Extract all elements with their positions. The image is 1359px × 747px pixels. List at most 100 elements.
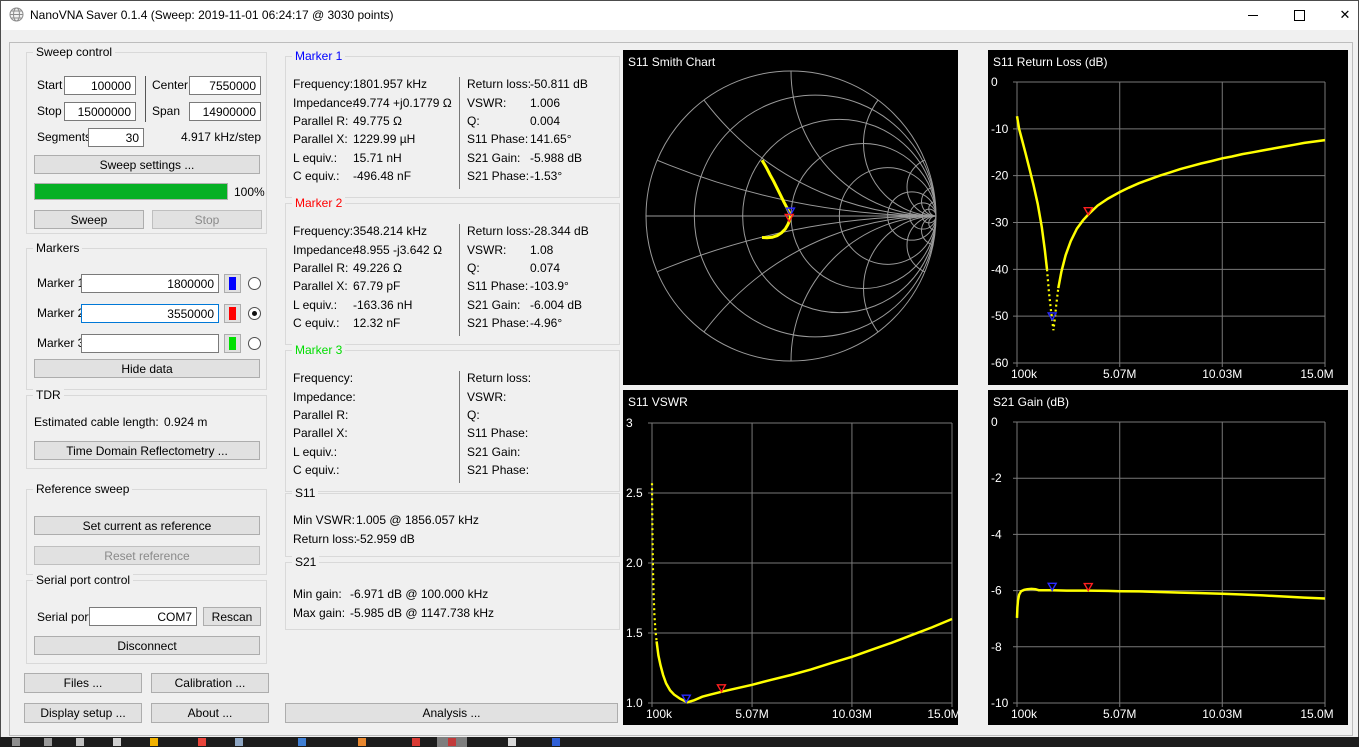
- close-button[interactable]: ✕: [1323, 0, 1359, 30]
- marker3-input[interactable]: [81, 334, 219, 353]
- taskbar-app-icon[interactable]: [412, 738, 420, 746]
- taskbar-app-icon[interactable]: [448, 738, 456, 746]
- analysis-button[interactable]: Analysis ...: [285, 703, 618, 723]
- start-input[interactable]: [64, 76, 136, 95]
- svg-text:-10: -10: [991, 696, 1009, 710]
- taskbar-app-icon[interactable]: [44, 738, 52, 746]
- app-window: NanoVNA Saver 0.1.4 (Sweep: 2019-11-01 0…: [0, 0, 1359, 747]
- sweep-control-group: Sweep control Start Center Stop Span Seg…: [26, 45, 267, 234]
- span-input[interactable]: [189, 102, 261, 121]
- taskbar-app-icon[interactable]: [76, 738, 84, 746]
- center-input[interactable]: [189, 76, 261, 95]
- svg-text:15.0M: 15.0M: [1300, 707, 1333, 721]
- table-divider: [459, 371, 460, 483]
- rescan-button[interactable]: Rescan: [203, 607, 261, 626]
- group-label: Reference sweep: [33, 482, 133, 496]
- svg-text:100k: 100k: [1011, 367, 1038, 381]
- marker1-right-column: Return loss: -50.811 dB VSWR: 1.006 Q: 0.004 S…: [467, 75, 615, 185]
- windows-taskbar[interactable]: [0, 737, 1359, 747]
- field-value: -5.988 dB: [530, 150, 583, 165]
- field-label: L equiv.:: [293, 444, 338, 459]
- marker2-data-group: Marker 2 Frequency: 3548.214 kHz Impedance…: [285, 196, 620, 345]
- field-value: 49.774 +j0.1779 Ω: [353, 95, 452, 110]
- s11-vswr-chart[interactable]: 3 2.5 2.0 1.5 1.0 100k 5.07M 10.03M 15.0M S11 VSW…: [623, 390, 961, 725]
- field-label: Impedance:: [293, 389, 356, 404]
- marker1-input[interactable]: [81, 274, 219, 293]
- taskbar-app-icon[interactable]: [508, 738, 516, 746]
- svg-text:-10: -10: [991, 122, 1009, 136]
- field-label: Frequency:: [293, 77, 354, 92]
- marker1-radio[interactable]: [248, 277, 261, 290]
- calibration-button[interactable]: Calibration ...: [151, 673, 269, 693]
- minimize-icon: [1248, 14, 1258, 16]
- tdr-button[interactable]: Time Domain Reflectometry ...: [34, 441, 260, 460]
- svg-text:-60: -60: [991, 356, 1009, 370]
- field-value: -5.985 dB @ 1147.738 kHz: [350, 606, 495, 621]
- segments-input[interactable]: [88, 128, 144, 147]
- field-label: Frequency:: [293, 371, 354, 386]
- marker2-color-button[interactable]: [224, 304, 241, 323]
- marker2-radio[interactable]: [248, 307, 261, 320]
- svg-text:-30: -30: [991, 216, 1009, 230]
- marker3-color-button[interactable]: [224, 334, 241, 353]
- s11-smith-chart[interactable]: S11 Smith Chart: [623, 50, 958, 385]
- column-divider: [145, 76, 146, 122]
- disconnect-button[interactable]: Disconnect: [34, 636, 260, 655]
- hide-data-button[interactable]: Hide data: [34, 359, 260, 378]
- taskbar-app-icon[interactable]: [298, 738, 306, 746]
- field-label: Parallel X:: [293, 279, 348, 294]
- serial-port-group: Serial port control Serial port Rescan D…: [26, 573, 267, 664]
- marker2-input[interactable]: [81, 304, 219, 323]
- s21-stats-rows: Min gain: -6.971 dB @ 100.000 kHz Max gain…: [293, 584, 613, 623]
- field-value: 67.79 pF: [353, 279, 401, 294]
- taskbar-app-icon[interactable]: [235, 738, 243, 746]
- maximize-button[interactable]: [1277, 0, 1321, 30]
- about-button[interactable]: About ...: [151, 703, 269, 723]
- marker3-data-title: Marker 3: [292, 343, 346, 357]
- field-label: Frequency:: [293, 224, 354, 239]
- data-row: Q: 0.004: [467, 112, 615, 130]
- window-title: NanoVNA Saver 0.1.4 (Sweep: 2019-11-01 0…: [30, 8, 394, 22]
- taskbar-app-icon[interactable]: [552, 738, 560, 746]
- stop-button[interactable]: Stop: [152, 210, 262, 229]
- data-row: VSWR:: [467, 387, 615, 405]
- taskbar-app-icon[interactable]: [150, 738, 158, 746]
- title-bar: NanoVNA Saver 0.1.4 (Sweep: 2019-11-01 0…: [0, 0, 1359, 30]
- field-value: 1801.957 kHz: [353, 77, 428, 92]
- taskbar-app-icon[interactable]: [358, 738, 366, 746]
- s11-return-loss-chart[interactable]: 0 -10 -20 -30 -40 -50 -60 100k 5.07M 10.03M 15.0M S…: [988, 50, 1348, 385]
- taskbar-app-icon[interactable]: [113, 738, 121, 746]
- field-label: Return loss:: [293, 532, 358, 547]
- field-label: C equiv.:: [293, 316, 340, 331]
- minimize-button[interactable]: [1231, 0, 1275, 30]
- taskbar-app-icon[interactable]: [198, 738, 206, 746]
- field-value: 15.71 nH: [353, 150, 402, 165]
- files-button[interactable]: Files ...: [24, 673, 142, 693]
- data-row: S21 Gain:: [467, 443, 615, 461]
- svg-text:1.0: 1.0: [626, 696, 643, 710]
- display-setup-button[interactable]: Display setup ...: [24, 703, 142, 723]
- taskbar-app-icon[interactable]: [12, 738, 20, 746]
- marker2-data-title: Marker 2: [292, 196, 346, 210]
- field-label: Q:: [467, 260, 480, 275]
- s21-gain-chart[interactable]: 0 -2 -4 -6 -8 -10 100k 5.07M 10.03M 15.0M S21 Gain…: [988, 390, 1348, 725]
- cable-length-value: 0.924 m: [164, 415, 208, 429]
- marker3-radio[interactable]: [248, 337, 261, 350]
- data-row: Parallel R:: [293, 406, 457, 424]
- reset-reference-button[interactable]: Reset reference: [34, 546, 260, 565]
- serial-port-input[interactable]: [89, 607, 197, 626]
- svg-text:S21 Gain (dB): S21 Gain (dB): [993, 395, 1069, 409]
- svg-text:0: 0: [991, 415, 998, 429]
- sweep-settings-button[interactable]: Sweep settings ...: [34, 155, 260, 174]
- field-label: Impedance:: [293, 242, 356, 257]
- group-label: Sweep control: [33, 45, 116, 59]
- data-row: S11 Phase: -103.9°: [467, 277, 615, 295]
- sweep-button[interactable]: Sweep: [34, 210, 144, 229]
- marker1-color-button[interactable]: [224, 274, 241, 293]
- field-value: 141.65°: [530, 132, 572, 147]
- data-row: VSWR: 1.006: [467, 93, 615, 111]
- svg-text:5.07M: 5.07M: [735, 707, 768, 721]
- svg-text:-4: -4: [991, 527, 1002, 541]
- stop-input[interactable]: [64, 102, 136, 121]
- set-reference-button[interactable]: Set current as reference: [34, 516, 260, 535]
